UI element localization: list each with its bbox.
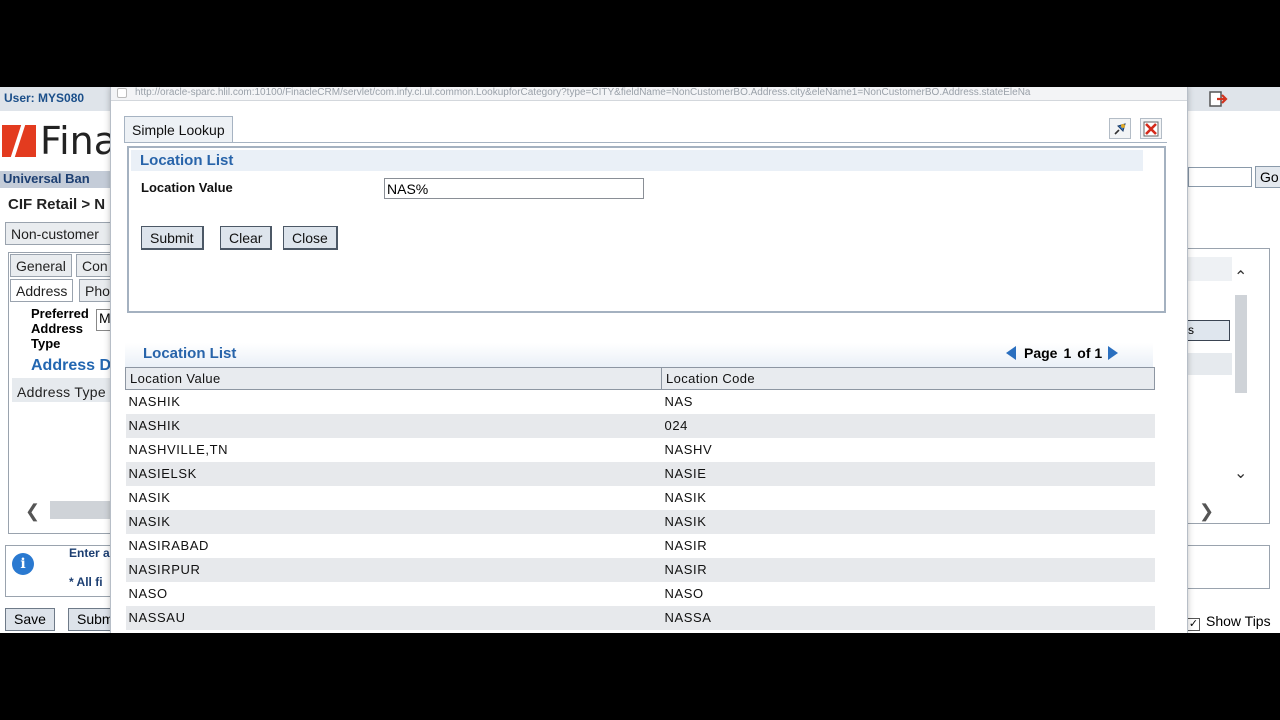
tab-simple-lookup[interactable]: Simple Lookup bbox=[124, 116, 233, 142]
table-row[interactable]: NASHVILLE,TN NASHV bbox=[126, 438, 1155, 462]
show-tips-toggle[interactable]: ✓ Show Tips bbox=[1187, 613, 1271, 631]
location-value-label: Location Value bbox=[141, 180, 233, 195]
close-button[interactable]: Close bbox=[283, 226, 338, 250]
exit-icon[interactable] bbox=[1208, 89, 1228, 109]
vertical-scrollbar[interactable]: ⌃ ⌄ bbox=[1232, 267, 1250, 487]
location-code-cell[interactable]: NASSA bbox=[661, 605, 1155, 630]
location-code-cell[interactable]: NASIK bbox=[661, 509, 1155, 534]
location-value-input[interactable] bbox=[384, 178, 644, 199]
breadcrumb: CIF Retail > N bbox=[8, 196, 106, 213]
screen: User: MYS080 Fina Universal Ban CIF Reta… bbox=[0, 87, 1280, 633]
page-icon bbox=[117, 88, 127, 98]
preferred-address-type-label: Preferred Address Type bbox=[31, 306, 89, 351]
location-value-cell[interactable]: NASHVILLE,TN bbox=[126, 438, 662, 462]
table-row[interactable]: NASO NASO bbox=[126, 582, 1155, 606]
location-value-cell[interactable]: NASO bbox=[126, 582, 662, 606]
pin-button[interactable] bbox=[1109, 118, 1131, 139]
location-code-cell[interactable]: NAS bbox=[662, 390, 1155, 414]
tab-general[interactable]: General bbox=[10, 254, 72, 277]
show-tips-label: Show Tips bbox=[1206, 613, 1271, 629]
quick-search-input[interactable] bbox=[1188, 167, 1252, 187]
simple-lookup-popup: http://oracle-sparc.hlil.com:10100/Finac… bbox=[110, 87, 1188, 633]
location-results-table: Location Value Location Code NASHIK NAS N… bbox=[125, 367, 1155, 630]
vertical-scroll-thumb[interactable] bbox=[1235, 295, 1247, 393]
background-right-panel bbox=[1188, 248, 1270, 524]
location-code-cell[interactable]: NASIR bbox=[661, 557, 1155, 582]
location-value-cell[interactable]: NASHIK bbox=[125, 413, 662, 438]
go-button[interactable]: Go bbox=[1255, 166, 1280, 188]
table-row[interactable]: NASIK NASIK bbox=[125, 509, 1155, 534]
background-right-band bbox=[1188, 257, 1232, 281]
location-value-cell[interactable]: NASIRPUR bbox=[125, 557, 662, 582]
background-right-box bbox=[1188, 545, 1270, 589]
tab-phone[interactable]: Pho bbox=[79, 279, 112, 302]
address-type-column: Address Type bbox=[17, 384, 106, 400]
location-value-cell[interactable]: NASIRABAD bbox=[126, 534, 662, 558]
pager: Page 1 of 1 bbox=[1006, 345, 1119, 361]
horizontal-scroll-thumb[interactable] bbox=[50, 501, 112, 519]
clear-button[interactable]: Clear bbox=[220, 226, 273, 250]
scroll-left-icon[interactable]: ❮ bbox=[25, 501, 40, 522]
results-header-band bbox=[125, 343, 1153, 367]
table-row[interactable]: NASSAU NASSA bbox=[125, 605, 1155, 630]
column-header-location-code[interactable]: Location Code bbox=[661, 367, 1155, 390]
finacle-logo-icon bbox=[2, 125, 36, 157]
location-value-cell[interactable]: NASSAU bbox=[125, 605, 662, 630]
table-row[interactable]: NASHIK NAS bbox=[126, 390, 1155, 414]
location-code-cell[interactable]: NASHV bbox=[662, 438, 1155, 462]
pin-icon bbox=[1114, 123, 1126, 135]
table-header-row: Location Value Location Code bbox=[125, 367, 1155, 390]
app-subtitle: Universal Ban bbox=[3, 171, 90, 186]
next-page-icon[interactable] bbox=[1108, 346, 1119, 360]
table-row[interactable]: NASIELSK NASIE bbox=[125, 461, 1155, 486]
table-row[interactable]: NASIRABAD NASIR bbox=[126, 534, 1155, 558]
criteria-title: Location List bbox=[140, 152, 234, 169]
previous-page-icon[interactable] bbox=[1006, 346, 1016, 360]
location-code-cell[interactable]: 024 bbox=[661, 413, 1155, 438]
user-label: User: MYS080 bbox=[4, 91, 85, 105]
close-icon bbox=[1143, 121, 1159, 137]
search-criteria-panel: Location List Location Value Submit Clea… bbox=[127, 146, 1166, 313]
address-details-heading: Address D bbox=[31, 357, 112, 374]
background-table-header bbox=[1188, 353, 1232, 375]
location-code-cell[interactable]: NASIE bbox=[661, 461, 1155, 486]
location-code-cell[interactable]: NASIR bbox=[662, 534, 1155, 558]
tab-non-customer[interactable]: Non-customer bbox=[5, 222, 112, 245]
criteria-header-band bbox=[131, 150, 1143, 171]
url-bar: http://oracle-sparc.hlil.com:10100/Finac… bbox=[111, 87, 1187, 101]
close-window-button[interactable] bbox=[1140, 118, 1162, 139]
column-header-location-value[interactable]: Location Value bbox=[125, 367, 662, 390]
submit-button[interactable]: Submit bbox=[141, 226, 204, 250]
table-row[interactable]: NASHIK 024 bbox=[125, 413, 1155, 438]
info-icon: i bbox=[12, 553, 34, 575]
submit-main-button[interactable]: Subm bbox=[68, 608, 112, 631]
table-row[interactable]: NASIRPUR NASIR bbox=[125, 557, 1155, 582]
location-value-cell[interactable]: NASHIK bbox=[126, 390, 662, 414]
app-subtitle-bar: Universal Ban bbox=[0, 171, 112, 188]
location-value-cell[interactable]: NASIK bbox=[126, 486, 662, 510]
page-current: 1 bbox=[1063, 345, 1072, 361]
tab-contact[interactable]: Con bbox=[76, 254, 112, 277]
table-row[interactable]: NASIK NASIK bbox=[126, 486, 1155, 510]
results-title: Location List bbox=[143, 345, 237, 362]
scroll-down-icon[interactable]: ⌄ bbox=[1234, 463, 1247, 483]
location-value-cell[interactable]: NASIELSK bbox=[125, 461, 662, 486]
app-logo-text: Fina bbox=[40, 119, 118, 163]
page-total: of 1 bbox=[1077, 345, 1103, 361]
location-code-cell[interactable]: NASO bbox=[662, 582, 1155, 606]
mandatory-fields-note: * All fi bbox=[69, 575, 103, 589]
location-code-cell[interactable]: NASIK bbox=[662, 486, 1155, 510]
scroll-right-icon[interactable]: ❯ bbox=[1199, 501, 1214, 522]
background-action-button[interactable]: s bbox=[1188, 320, 1230, 341]
tab-address[interactable]: Address bbox=[10, 279, 74, 302]
info-message-text: Enter a bbox=[69, 546, 110, 560]
save-button[interactable]: Save bbox=[5, 608, 55, 631]
scroll-up-icon[interactable]: ⌃ bbox=[1234, 267, 1247, 287]
page-label: Page bbox=[1024, 345, 1058, 361]
tab-divider bbox=[124, 142, 1167, 143]
location-value-cell[interactable]: NASIK bbox=[125, 509, 662, 534]
url-text: http://oracle-sparc.hlil.com:10100/Finac… bbox=[135, 87, 1031, 98]
show-tips-checkbox[interactable]: ✓ bbox=[1187, 618, 1200, 631]
